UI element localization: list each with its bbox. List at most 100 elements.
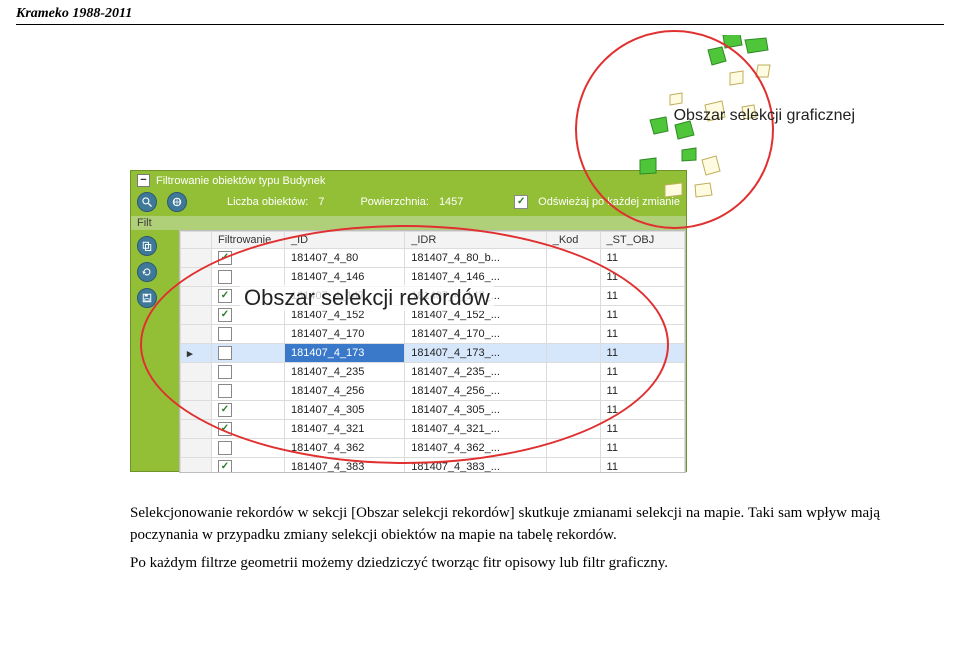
row-checkbox[interactable]: ✓	[218, 403, 232, 417]
row-header[interactable]	[181, 249, 212, 268]
grid-wrap[interactable]: Filtrowanie _ID _IDR _Kod _ST_OBJ ✓ 18140…	[179, 230, 686, 473]
cell-kod[interactable]	[546, 325, 600, 344]
cell-filtrowanie[interactable]	[212, 439, 285, 458]
cell-st-obj[interactable]: 11	[600, 363, 684, 382]
cell-filtrowanie[interactable]	[212, 363, 285, 382]
cell-kod[interactable]	[546, 287, 600, 306]
cell-id[interactable]: 181407_4_305	[285, 401, 405, 420]
row-header[interactable]	[181, 382, 212, 401]
cell-st-obj[interactable]: 11	[600, 306, 684, 325]
cell-st-obj[interactable]: 11	[600, 439, 684, 458]
cell-st-obj[interactable]: 11	[600, 287, 684, 306]
search-button[interactable]	[137, 192, 157, 212]
cell-kod[interactable]	[546, 458, 600, 474]
cell-filtrowanie[interactable]	[212, 325, 285, 344]
cell-idr[interactable]: 181407_4_256_...	[405, 382, 546, 401]
row-checkbox[interactable]	[218, 327, 232, 341]
cell-kod[interactable]	[546, 420, 600, 439]
cell-st-obj[interactable]: 11	[600, 420, 684, 439]
table-row[interactable]: ✓ 181407_4_305181407_4_305_... 11	[181, 401, 685, 420]
cell-st-obj[interactable]: 11	[600, 249, 684, 268]
records-table[interactable]: Filtrowanie _ID _IDR _Kod _ST_OBJ ✓ 18140…	[180, 231, 685, 473]
cell-id[interactable]: 181407_4_173	[285, 344, 405, 363]
cell-kod[interactable]	[546, 401, 600, 420]
globe-button[interactable]	[167, 192, 187, 212]
row-checkbox[interactable]	[218, 346, 232, 360]
row-header[interactable]	[181, 439, 212, 458]
row-checkbox[interactable]	[218, 441, 232, 455]
cell-filtrowanie[interactable]	[212, 382, 285, 401]
row-checkbox[interactable]: ✓	[218, 460, 232, 473]
cell-idr[interactable]: 181407_4_305_...	[405, 401, 546, 420]
cell-st-obj[interactable]: 11	[600, 325, 684, 344]
row-header[interactable]	[181, 458, 212, 474]
cell-idr[interactable]: 181407_4_170_...	[405, 325, 546, 344]
row-header[interactable]	[181, 420, 212, 439]
row-checkbox[interactable]: ✓	[218, 251, 232, 265]
cell-id[interactable]: 181407_4_321	[285, 420, 405, 439]
cell-filtrowanie[interactable]: ✓	[212, 420, 285, 439]
cell-idr[interactable]: 181407_4_80_b...	[405, 249, 546, 268]
cell-id[interactable]: 181407_4_362	[285, 439, 405, 458]
row-header[interactable]: ▸	[181, 344, 212, 363]
table-row[interactable]: ▸ 181407_4_173181407_4_173_... 11	[181, 344, 685, 363]
table-row[interactable]: ✓ 181407_4_383181407_4_383_... 11	[181, 458, 685, 474]
table-row[interactable]: 181407_4_362181407_4_362_... 11	[181, 439, 685, 458]
col-idr[interactable]: _IDR	[405, 232, 546, 249]
cell-idr[interactable]: 181407_4_235_...	[405, 363, 546, 382]
cell-idr[interactable]: 181407_4_321_...	[405, 420, 546, 439]
cell-filtrowanie[interactable]: ✓	[212, 249, 285, 268]
col-st-obj[interactable]: _ST_OBJ	[600, 232, 684, 249]
cell-st-obj[interactable]: 11	[600, 458, 684, 474]
cell-filtrowanie[interactable]	[212, 344, 285, 363]
col-id[interactable]: _ID	[285, 232, 405, 249]
col-kod[interactable]: _Kod	[546, 232, 600, 249]
save-button[interactable]	[137, 288, 157, 308]
apply-button[interactable]	[137, 262, 157, 282]
row-checkbox[interactable]	[218, 365, 232, 379]
row-header[interactable]	[181, 363, 212, 382]
refresh-checkbox[interactable]: ✓	[514, 195, 528, 209]
cell-kod[interactable]	[546, 268, 600, 287]
row-header[interactable]	[181, 306, 212, 325]
cell-filtrowanie[interactable]	[212, 268, 285, 287]
cell-idr[interactable]: 181407_4_362_...	[405, 439, 546, 458]
cell-id[interactable]: 181407_4_383	[285, 458, 405, 474]
row-checkbox[interactable]: ✓	[218, 289, 232, 303]
cell-kod[interactable]	[546, 382, 600, 401]
cell-idr[interactable]: 181407_4_383_...	[405, 458, 546, 474]
cell-kod[interactable]	[546, 439, 600, 458]
col-filtrowanie[interactable]: Filtrowanie	[212, 232, 285, 249]
row-header[interactable]	[181, 287, 212, 306]
table-row[interactable]: 181407_4_256181407_4_256_... 11	[181, 382, 685, 401]
table-row[interactable]: 181407_4_146181407_4_146_... 11	[181, 268, 685, 287]
cell-st-obj[interactable]: 11	[600, 344, 684, 363]
cell-kod[interactable]	[546, 344, 600, 363]
row-header[interactable]	[181, 268, 212, 287]
cell-id[interactable]: 181407_4_235	[285, 363, 405, 382]
cell-kod[interactable]	[546, 363, 600, 382]
cell-id[interactable]: 181407_4_80	[285, 249, 405, 268]
map-area[interactable]: Obszar selekcji graficznej	[610, 35, 850, 225]
cell-id[interactable]: 181407_4_170	[285, 325, 405, 344]
table-row[interactable]: ✓ 181407_4_321181407_4_321_... 11	[181, 420, 685, 439]
cell-st-obj[interactable]: 11	[600, 401, 684, 420]
cell-filtrowanie[interactable]: ✓	[212, 458, 285, 474]
cell-kod[interactable]	[546, 249, 600, 268]
collapse-button[interactable]: −	[137, 174, 150, 187]
row-checkbox[interactable]	[218, 270, 232, 284]
cell-id[interactable]: 181407_4_146	[285, 268, 405, 287]
cell-st-obj[interactable]: 11	[600, 382, 684, 401]
cell-st-obj[interactable]: 11	[600, 268, 684, 287]
table-row[interactable]: ✓ 181407_4_80181407_4_80_b... 11	[181, 249, 685, 268]
table-row[interactable]: 181407_4_170181407_4_170_... 11	[181, 325, 685, 344]
cell-id[interactable]: 181407_4_256	[285, 382, 405, 401]
cell-idr[interactable]: 181407_4_146_...	[405, 268, 546, 287]
row-header[interactable]	[181, 401, 212, 420]
cell-kod[interactable]	[546, 306, 600, 325]
row-checkbox[interactable]	[218, 384, 232, 398]
row-checkbox[interactable]: ✓	[218, 308, 232, 322]
table-row[interactable]: 181407_4_235181407_4_235_... 11	[181, 363, 685, 382]
cell-idr[interactable]: 181407_4_173_...	[405, 344, 546, 363]
row-checkbox[interactable]: ✓	[218, 422, 232, 436]
